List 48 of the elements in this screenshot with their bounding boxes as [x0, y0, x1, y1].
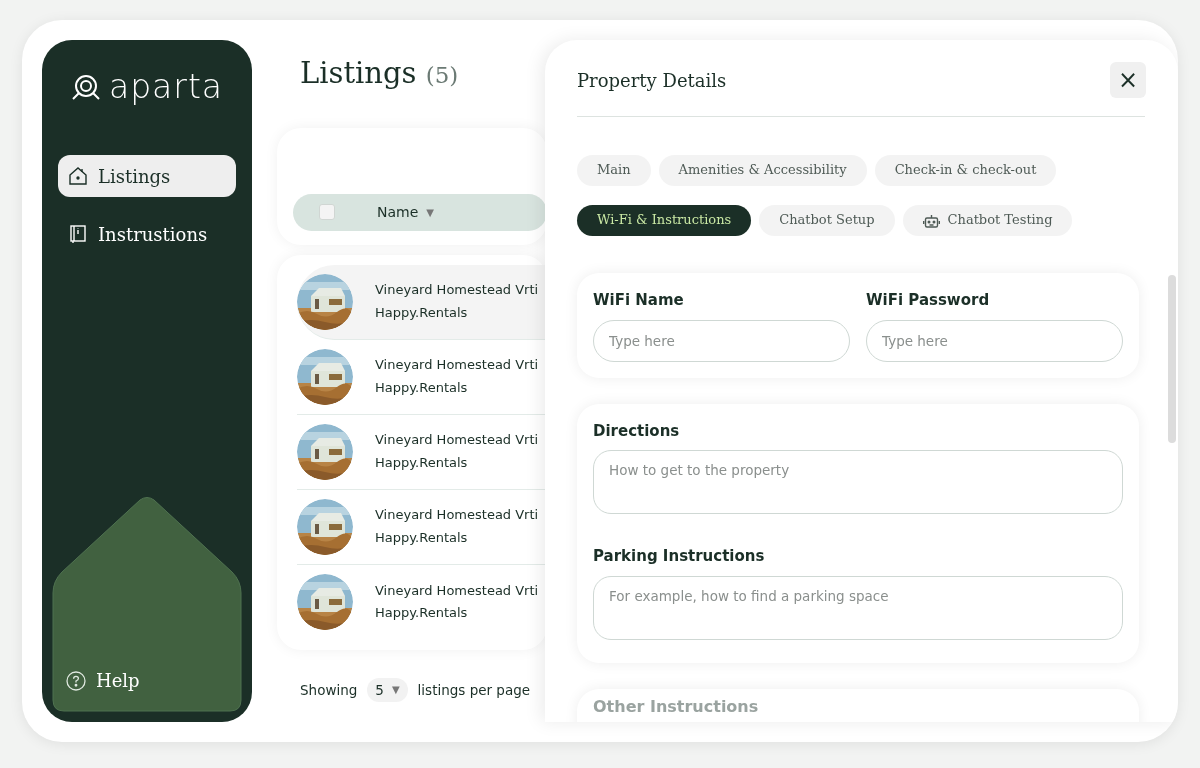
- text-area[interactable]: How to get to the property: [593, 450, 1123, 514]
- brand-name: aparta: [108, 70, 224, 103]
- sidebar-item[interactable]: Listings: [58, 155, 236, 197]
- listing-name: Vineyard Homestead Vrti: [375, 431, 539, 450]
- listing-name: Vineyard Homestead Vrti: [375, 506, 539, 525]
- select-all-checkbox[interactable]: [319, 204, 335, 220]
- listing-name: Vineyard Homestead Vrti: [375, 356, 539, 375]
- help-link[interactable]: Help: [66, 667, 140, 694]
- listing-name: Vineyard Homestead Vrti: [375, 581, 539, 600]
- listing-row[interactable]: Vineyard Homestead Vrti Happy.Rentals: [297, 339, 547, 415]
- listing-row[interactable]: Vineyard Homestead Vrti Happy.Rentals: [297, 564, 547, 640]
- listing-row[interactable]: Vineyard Homestead Vrti Happy.Rentals: [297, 414, 547, 490]
- listing-row[interactable]: Vineyard Homestead Vrti Happy.Rentals: [297, 264, 547, 340]
- host-name: Happy.Rentals: [375, 453, 469, 472]
- scrollbar[interactable]: [1168, 275, 1176, 443]
- field-label: Directions: [593, 420, 681, 442]
- field-label: WiFi Password: [866, 290, 991, 311]
- tab[interactable]: Amenities & Accessibility: [658, 155, 867, 186]
- sidebar-item[interactable]: Instrustions: [58, 213, 236, 255]
- field-label: WiFi Name: [593, 290, 685, 311]
- host-name: Happy.Rentals: [375, 604, 469, 622]
- listing-name: Vineyard Homestead Vrti: [375, 281, 539, 300]
- field-label: Parking Instructions: [593, 546, 766, 567]
- book-icon: [68, 224, 88, 244]
- tab[interactable]: Check-in & check-out: [874, 155, 1057, 186]
- per-page-select[interactable]: 5 ▼: [367, 677, 408, 702]
- close-button[interactable]: ×: [1110, 62, 1146, 98]
- tab[interactable]: Chatbot Testing: [902, 205, 1073, 236]
- host-name: Happy.Rentals: [375, 303, 469, 322]
- input-field[interactable]: Type here: [593, 319, 850, 362]
- page-title: Listings (5): [300, 55, 460, 92]
- text-area[interactable]: For example, how to find a parking space: [593, 575, 1123, 640]
- name-column-header[interactable]: Name ▼: [377, 201, 434, 223]
- showing-label: Showing: [300, 680, 358, 700]
- home-icon: [68, 166, 88, 186]
- tab[interactable]: Wi-Fi & Instructions: [577, 205, 752, 236]
- section-title: Other Instructions: [593, 695, 760, 718]
- host-name: Happy.Rentals: [375, 528, 469, 547]
- tab[interactable]: Chatbot Setup: [759, 205, 895, 236]
- panel-title: Property Details: [577, 68, 727, 93]
- tab[interactable]: Main: [577, 155, 651, 186]
- help-icon: [66, 670, 86, 691]
- per-page-label: listings per page: [417, 680, 531, 700]
- listing-row[interactable]: Vineyard Homestead Vrti Happy.Rentals: [297, 489, 547, 565]
- host-name: Happy.Rentals: [375, 378, 469, 397]
- robot-icon: [922, 212, 940, 229]
- input-field[interactable]: Type here: [866, 319, 1123, 362]
- logo-icon: [70, 72, 101, 101]
